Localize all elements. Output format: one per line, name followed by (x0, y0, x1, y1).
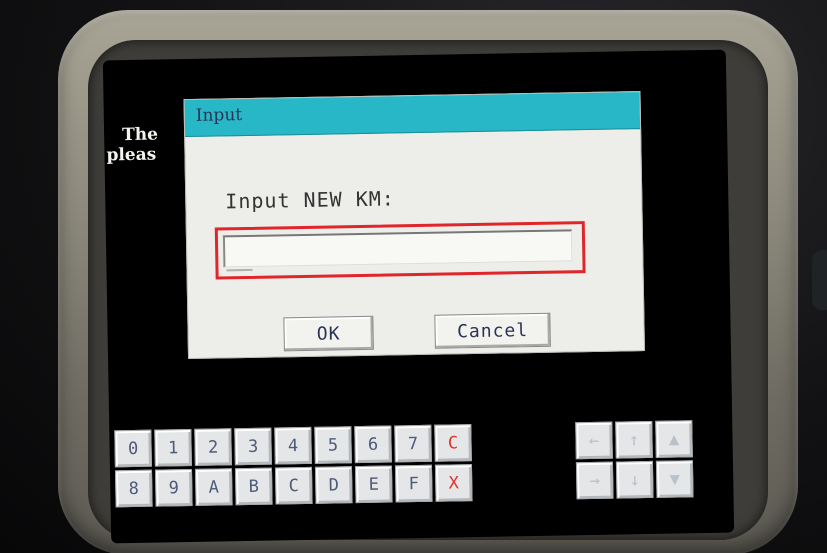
input-dialog: Input Input NEW KM: OK Cancel (183, 91, 645, 360)
key-c[interactable]: C (274, 466, 313, 505)
key-e[interactable]: E (354, 465, 393, 504)
side-device (812, 250, 827, 310)
dialog-title: Input (195, 105, 243, 126)
key-8[interactable]: 8 (114, 469, 153, 508)
delete-key[interactable]: X (434, 464, 473, 502)
device-photo: The pleas Input Input NEW KM: OK Cancel … (0, 0, 827, 553)
key-2[interactable]: 2 (194, 428, 232, 466)
km-input-field[interactable] (222, 229, 573, 268)
input-prompt-label: Input NEW KM: (225, 186, 396, 214)
key-0[interactable]: 0 (114, 429, 152, 468)
on-screen-keypad: 0 1 2 3 4 5 6 7 C ← ↑ ▲ 8 9 A B C D E F … (114, 420, 728, 531)
key-3[interactable]: 3 (234, 427, 272, 466)
cancel-button[interactable]: Cancel (434, 312, 551, 349)
key-d[interactable]: D (314, 466, 353, 504)
input-highlight-box (214, 221, 586, 280)
up-arrow-key[interactable]: ↑ (615, 420, 653, 459)
down-arrow-key[interactable]: ↓ (615, 460, 654, 499)
key-4[interactable]: 4 (274, 426, 312, 465)
left-arrow-key[interactable]: ← (575, 421, 613, 460)
page-up-key[interactable]: ▲ (655, 420, 693, 458)
key-f[interactable]: F (394, 464, 433, 503)
dialog-titlebar (184, 92, 641, 138)
key-a[interactable]: A (194, 468, 233, 506)
page-down-key[interactable]: ▼ (655, 460, 694, 498)
background-text: The pleas (104, 125, 159, 166)
clear-key[interactable]: C (434, 424, 472, 462)
background-text-line2: pleas (106, 144, 157, 166)
key-6[interactable]: 6 (354, 425, 392, 464)
key-9[interactable]: 9 (154, 468, 193, 507)
screen: The pleas Input Input NEW KM: OK Cancel … (102, 49, 735, 544)
background-text-line1: The (121, 124, 159, 146)
key-7[interactable]: 7 (394, 424, 432, 463)
key-5[interactable]: 5 (314, 426, 352, 464)
key-b[interactable]: B (234, 467, 273, 506)
right-arrow-key[interactable]: → (575, 461, 614, 500)
key-1[interactable]: 1 (154, 428, 192, 467)
ok-button[interactable]: OK (283, 315, 374, 352)
text-cursor (226, 268, 253, 272)
